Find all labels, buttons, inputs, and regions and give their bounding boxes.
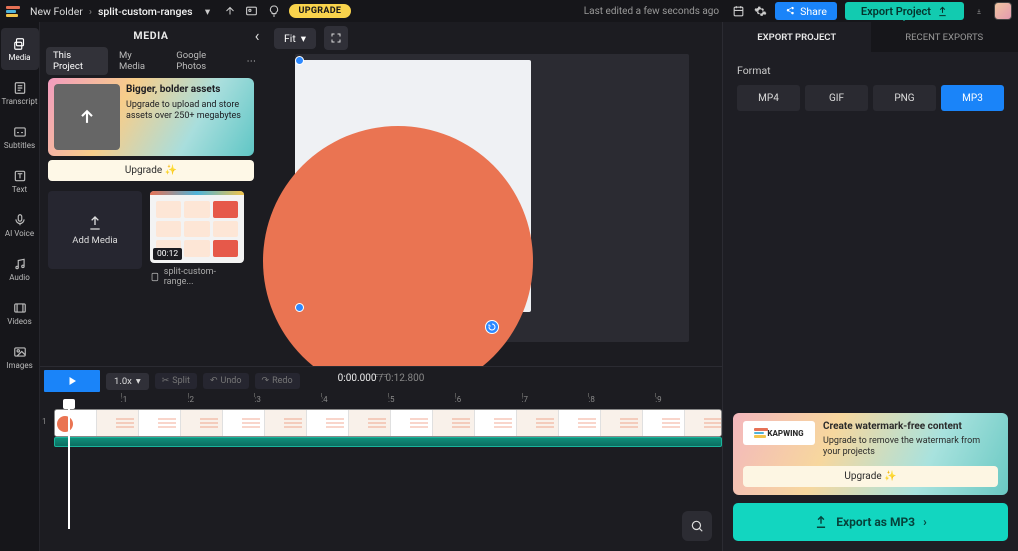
format-gif[interactable]: GIF bbox=[805, 85, 868, 111]
nav-audio[interactable]: Audio bbox=[1, 248, 39, 290]
format-label: Format bbox=[737, 64, 1004, 77]
timeline: ⎓ 0:00.000 / 0:12.800 1.0x▾ ✂ Split ↶ Un… bbox=[40, 366, 722, 551]
tab-recent-exports[interactable]: RECENT EXPORTS bbox=[871, 22, 1018, 52]
avatar[interactable] bbox=[994, 2, 1012, 20]
chevron-down-icon: ▾ bbox=[301, 32, 306, 45]
promo-thumb bbox=[54, 84, 120, 150]
shape-circle bbox=[263, 126, 533, 396]
tab-google-photos[interactable]: Google Photos bbox=[169, 47, 242, 75]
collapse-panel-icon[interactable]: ‹ bbox=[250, 26, 264, 44]
upload-icon[interactable] bbox=[223, 4, 237, 18]
brand-kit-icon[interactable] bbox=[245, 4, 259, 18]
nav-ai-voice[interactable]: AI Voice bbox=[1, 204, 39, 246]
top-bar: New Folder › split-custom-ranges ▾ UPGRA… bbox=[0, 0, 1018, 22]
format-mp3[interactable]: MP3 bbox=[941, 85, 1004, 111]
split-button[interactable]: ✂ Split bbox=[155, 373, 197, 389]
watermark-upsell-card: KAPWING Create watermark-free content Upg… bbox=[733, 413, 1008, 495]
format-options: MP4 GIF PNG MP3 bbox=[737, 85, 1004, 111]
undo-button[interactable]: ↶ Undo bbox=[203, 373, 249, 389]
breadcrumb: New Folder › split-custom-ranges bbox=[30, 5, 193, 18]
search-button[interactable] bbox=[682, 511, 712, 541]
share-button[interactable]: Share bbox=[775, 2, 837, 20]
kapwing-logo: KAPWING bbox=[743, 421, 815, 445]
promo-upgrade-button[interactable]: Upgrade ✨ bbox=[48, 160, 254, 181]
redo-button[interactable]: ↷ Redo bbox=[255, 373, 300, 389]
preview-canvas[interactable] bbox=[295, 54, 689, 342]
upgrade-promo-card: Bigger, bolder assets Upgrade to upload … bbox=[48, 78, 254, 156]
breadcrumb-project[interactable]: split-custom-ranges bbox=[98, 5, 193, 18]
left-nav: Media Transcript Subtitles Text AI Voice… bbox=[0, 22, 40, 551]
nav-subtitles[interactable]: Subtitles bbox=[1, 116, 39, 158]
settings-icon[interactable] bbox=[753, 4, 767, 18]
time-readout: 0:00.000 / 0:12.800 bbox=[338, 373, 425, 384]
promo-title: Bigger, bolder assets bbox=[126, 84, 248, 97]
upgrade-button[interactable]: UPGRADE bbox=[289, 4, 352, 18]
zoom-select[interactable]: 1.0x▾ bbox=[106, 373, 149, 390]
history-icon[interactable] bbox=[731, 4, 745, 18]
watermark-desc: Upgrade to remove the watermark from you… bbox=[823, 436, 980, 457]
bulb-icon[interactable] bbox=[267, 4, 281, 18]
clip-duration-badge: 00:12 bbox=[153, 248, 182, 260]
resize-handle-bl[interactable] bbox=[295, 303, 304, 312]
rotate-handle[interactable] bbox=[485, 320, 499, 334]
timeline-tracks[interactable]: 1 bbox=[54, 409, 722, 447]
breadcrumb-folder[interactable]: New Folder bbox=[30, 5, 83, 18]
track-label: 1 bbox=[42, 417, 47, 426]
more-icon[interactable]: ⋯ bbox=[247, 56, 257, 67]
format-mp4[interactable]: MP4 bbox=[737, 85, 800, 111]
chevron-right-icon: › bbox=[923, 515, 927, 529]
format-png[interactable]: PNG bbox=[873, 85, 936, 111]
fit-dropdown[interactable]: Fit▾ bbox=[274, 28, 316, 49]
nav-images[interactable]: Images bbox=[1, 336, 39, 378]
media-panel: ‹ MEDIA This Project My Media Google Pho… bbox=[40, 22, 262, 366]
promo-desc: Upgrade to upload and store assets over … bbox=[126, 100, 248, 123]
chevron-down-icon: ▾ bbox=[136, 376, 141, 387]
chevron-down-icon[interactable]: ▾ bbox=[201, 4, 215, 18]
export-panel: EXPORT PROJECT RECENT EXPORTS Format MP4… bbox=[722, 22, 1018, 551]
clip-name: split-custom-range... bbox=[164, 267, 244, 287]
play-button[interactable] bbox=[44, 370, 100, 392]
media-panel-title: MEDIA bbox=[40, 22, 262, 48]
nav-text[interactable]: Text bbox=[1, 160, 39, 202]
audio-clip[interactable] bbox=[54, 437, 722, 447]
nav-videos[interactable]: Videos bbox=[1, 292, 39, 334]
last-edited-label: Last edited a few seconds ago bbox=[584, 6, 719, 17]
tab-my-media[interactable]: My Media bbox=[112, 47, 165, 75]
watermark-upgrade-button[interactable]: Upgrade ✨ bbox=[743, 466, 998, 487]
watermark-title: Create watermark-free content bbox=[823, 421, 998, 434]
nav-transcript[interactable]: Transcript bbox=[1, 72, 39, 114]
timeline-ruler[interactable]: :1 :2 :3 :4 :5 :6 :7 :8 :9 bbox=[54, 395, 722, 409]
add-media-button[interactable]: Add Media bbox=[48, 191, 142, 269]
tab-export-project[interactable]: EXPORT PROJECT bbox=[723, 22, 871, 52]
download-icon[interactable] bbox=[972, 4, 986, 18]
nav-media[interactable]: Media bbox=[1, 28, 39, 70]
media-item[interactable]: 00:12 split-custom-range... bbox=[150, 191, 244, 287]
expand-icon[interactable] bbox=[324, 26, 348, 50]
video-clip[interactable] bbox=[54, 409, 722, 437]
app-logo[interactable] bbox=[6, 3, 22, 19]
resize-handle-tl[interactable] bbox=[295, 56, 304, 65]
export-as-mp3-button[interactable]: Export as MP3 › bbox=[733, 503, 1008, 541]
export-project-button[interactable]: Export Project bbox=[845, 2, 964, 20]
canvas-area: Fit▾ bbox=[262, 22, 722, 366]
selected-frame[interactable] bbox=[295, 60, 531, 312]
tab-this-project[interactable]: This Project bbox=[46, 47, 108, 75]
chevron-right-icon: › bbox=[89, 5, 92, 18]
